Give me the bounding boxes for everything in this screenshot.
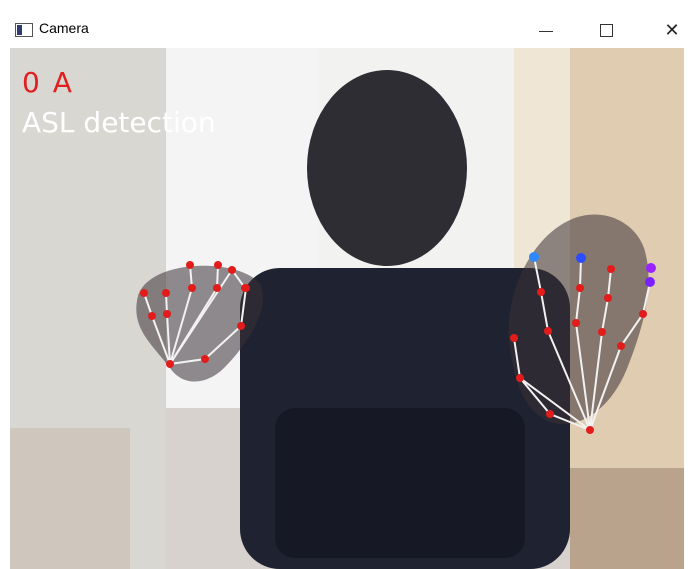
window-title: Camera: [39, 20, 89, 36]
detection-caption: ASL detection: [22, 106, 216, 139]
minimize-icon: [539, 31, 553, 32]
close-icon: ✕: [664, 20, 680, 41]
detection-status: 0 A: [22, 66, 74, 99]
maximize-button[interactable]: [584, 14, 628, 48]
camera-feed: 0 A ASL detection: [10, 48, 684, 569]
couch-left: [10, 428, 130, 569]
title-bar[interactable]: Camera ✕: [0, 0, 696, 48]
close-button[interactable]: ✕: [650, 14, 694, 48]
minimize-button[interactable]: [524, 14, 568, 48]
head-silhouette: [307, 70, 467, 266]
maximize-icon: [600, 24, 613, 37]
app-window-icon: [15, 23, 33, 37]
couch-right: [570, 468, 684, 569]
camera-window: Camera ✕ 0 A ASL detection: [0, 0, 696, 569]
shirt-print: [275, 408, 525, 558]
